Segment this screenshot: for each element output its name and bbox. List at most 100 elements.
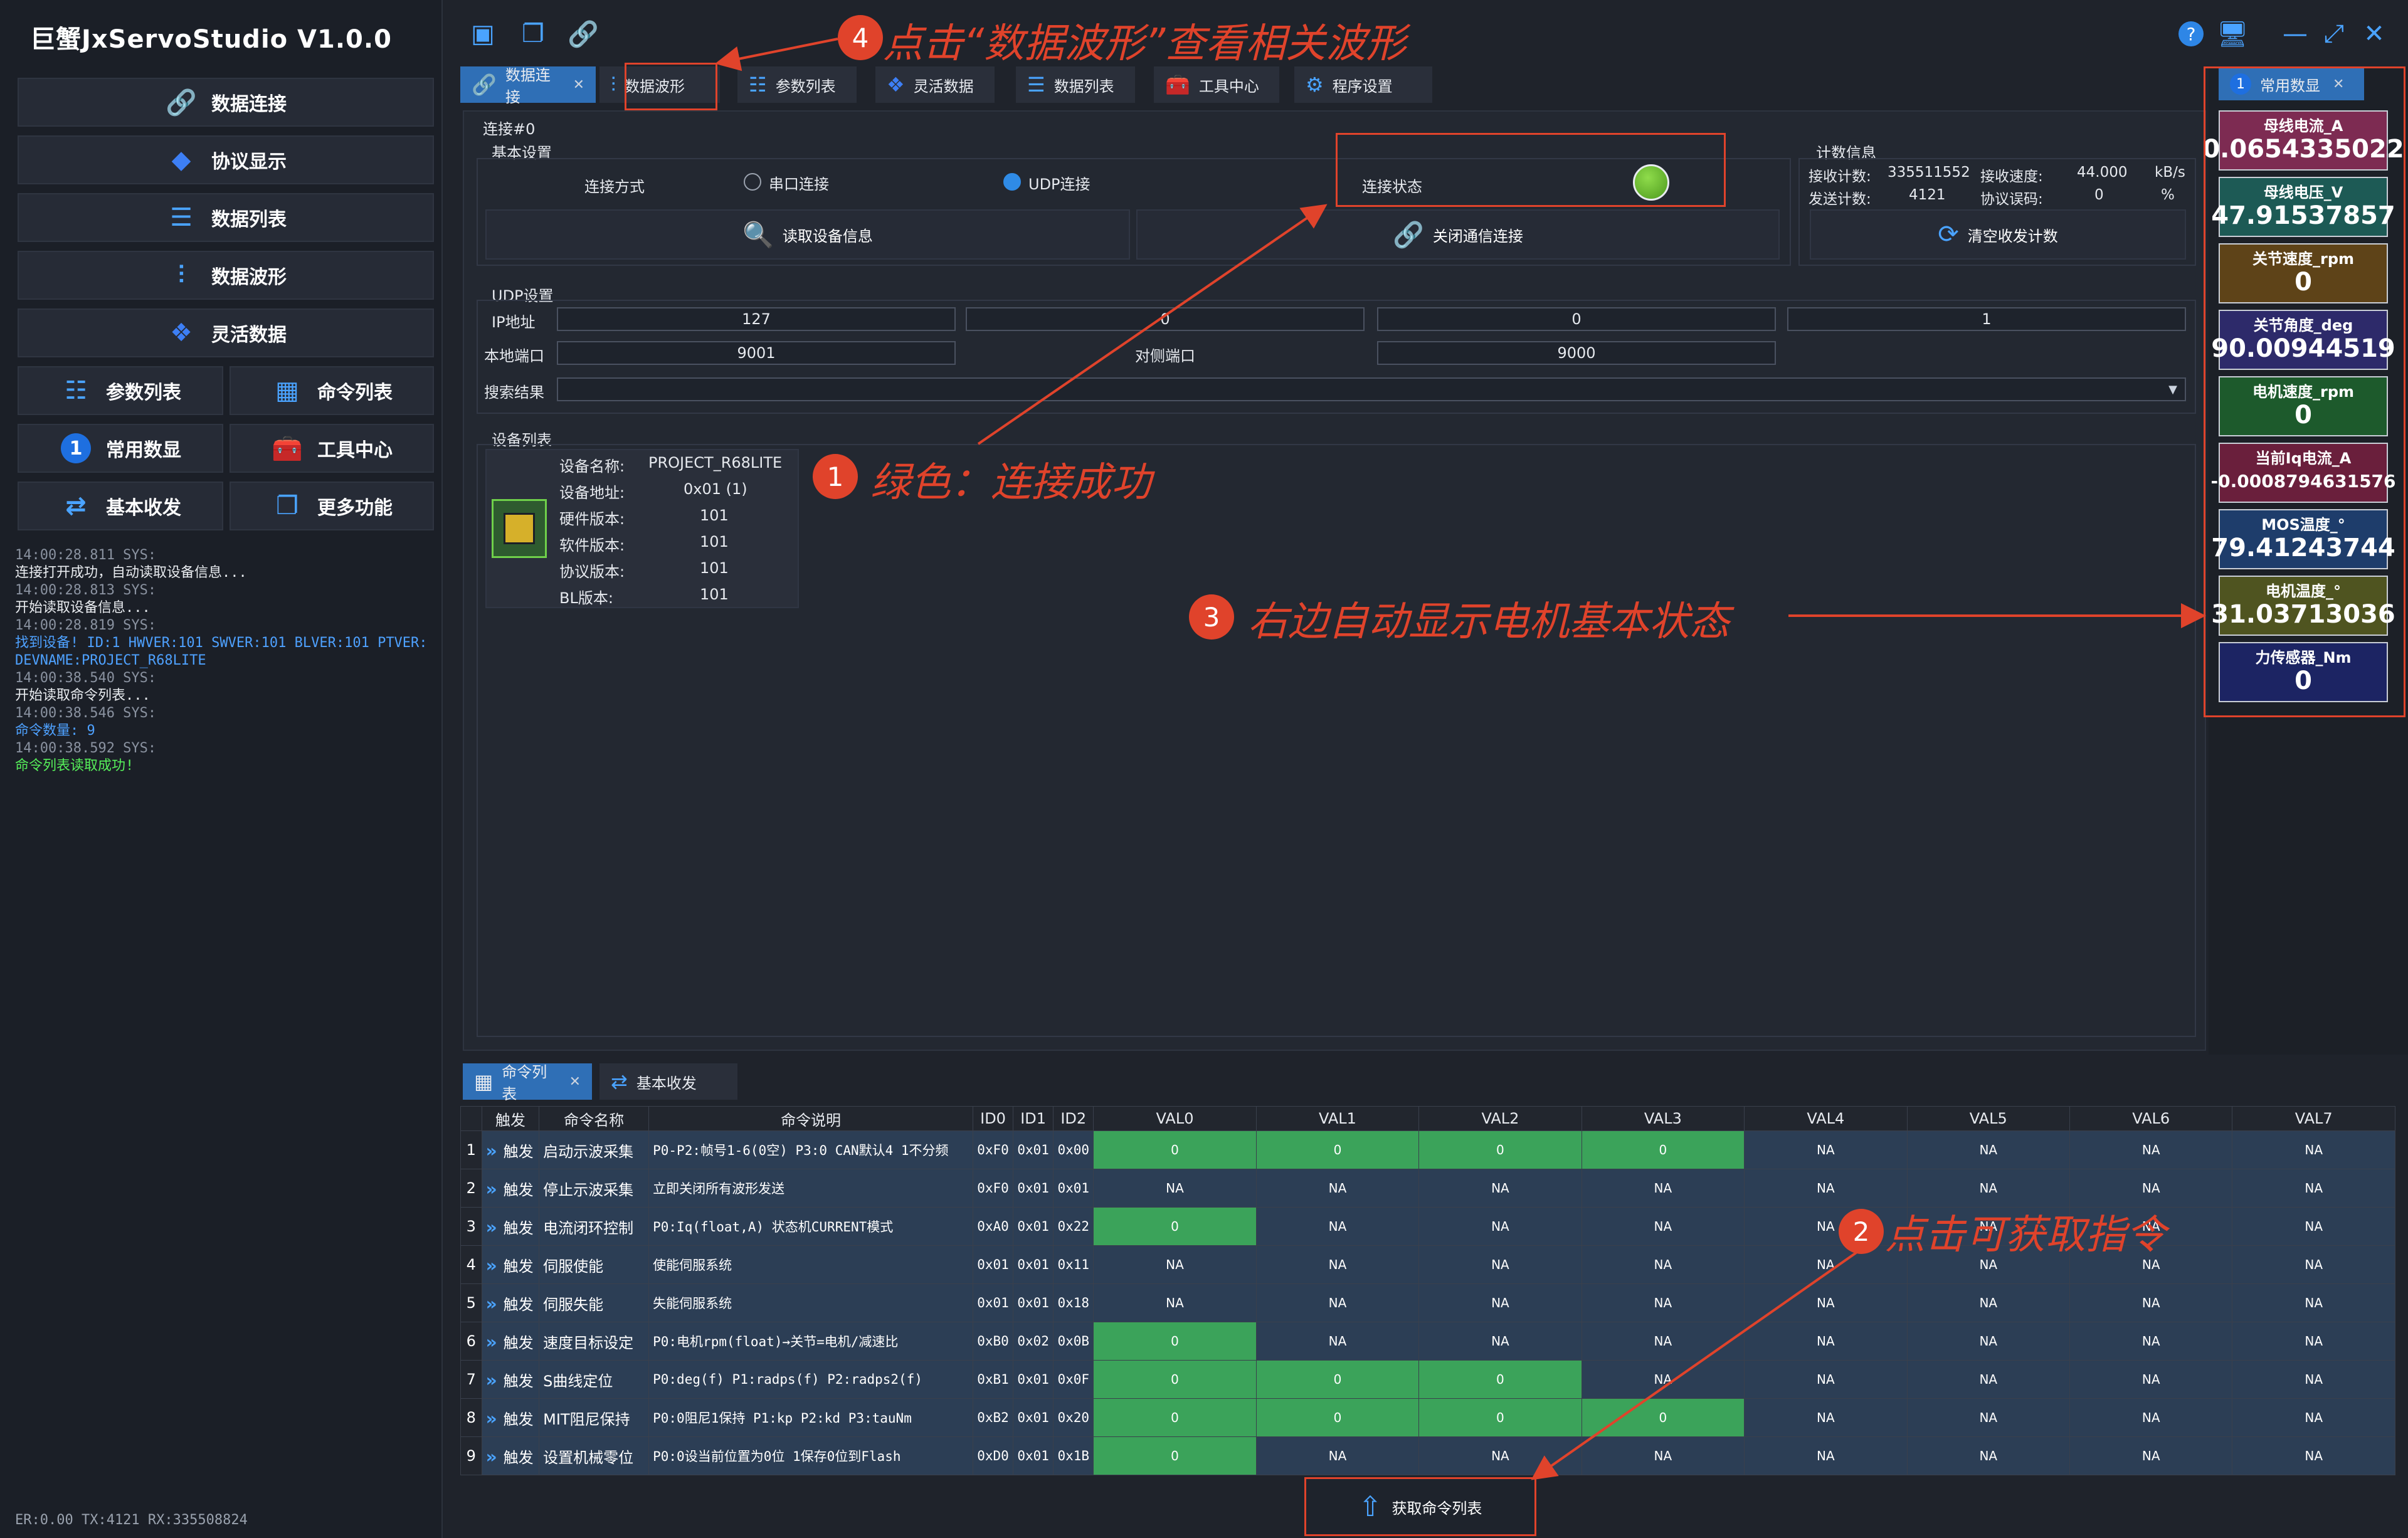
value-cell[interactable]: NA xyxy=(2232,1283,2395,1322)
value-cell[interactable]: NA xyxy=(1255,1283,1420,1322)
udp-radio[interactable] xyxy=(1003,173,1021,191)
ip-field-4[interactable]: 1 xyxy=(1787,307,2186,331)
value-cell[interactable]: 0 xyxy=(1093,1207,1257,1246)
value-cell[interactable]: NA xyxy=(1255,1245,1420,1284)
value-cell[interactable]: NA xyxy=(1418,1322,1582,1361)
value-cell[interactable]: NA xyxy=(1418,1245,1582,1284)
value-cell[interactable]: NA xyxy=(1581,1283,1745,1322)
sidebar-item-basic-txrx[interactable]: ⇄ 基本收发 xyxy=(18,482,223,530)
value-cell[interactable]: NA xyxy=(1418,1436,1582,1475)
sidebar-item-commands[interactable]: ▦ 命令列表 xyxy=(230,366,434,415)
ip-field-1[interactable]: 127 xyxy=(557,307,956,331)
value-cell[interactable]: 0 xyxy=(1255,1360,1420,1399)
trigger-button[interactable]: » 触发 xyxy=(481,1360,540,1399)
value-cell[interactable]: 0 xyxy=(1418,1360,1582,1399)
tab-settings[interactable]: ⚙ 程序设置 xyxy=(1294,66,1432,103)
tab-basic-txrx[interactable]: ⇄ 基本收发 xyxy=(599,1063,737,1100)
trigger-button[interactable]: » 触发 xyxy=(481,1207,540,1246)
value-cell[interactable]: NA xyxy=(1093,1283,1257,1322)
value-cell[interactable]: NA xyxy=(2069,1360,2233,1399)
tab-data-connect[interactable]: 🔗 数据连接 ✕ xyxy=(460,66,596,106)
value-cell[interactable]: NA xyxy=(1581,1436,1745,1475)
sidebar-item-tool-center[interactable]: 🧰 工具中心 xyxy=(230,424,434,473)
value-cell[interactable]: NA xyxy=(2069,1169,2233,1208)
value-cell[interactable]: NA xyxy=(2232,1436,2395,1475)
value-cell[interactable]: NA xyxy=(1744,1436,1908,1475)
value-cell[interactable]: NA xyxy=(1581,1169,1745,1208)
value-cell[interactable]: NA xyxy=(1906,1360,2071,1399)
value-cell[interactable]: 0 xyxy=(1255,1398,1420,1437)
window-icon[interactable]: ❐ xyxy=(517,18,549,50)
value-cell[interactable]: 0 xyxy=(1418,1398,1582,1437)
value-cell[interactable]: NA xyxy=(1581,1360,1745,1399)
value-cell[interactable]: 0 xyxy=(1581,1130,1745,1169)
help-icon[interactable]: ? xyxy=(2175,18,2207,50)
trigger-button[interactable]: » 触发 xyxy=(481,1169,540,1208)
value-cell[interactable]: 0 xyxy=(1255,1130,1420,1169)
sidebar-item-data-connect[interactable]: 🔗 数据连接 xyxy=(18,78,434,127)
value-cell[interactable]: NA xyxy=(1255,1322,1420,1361)
value-cell[interactable]: NA xyxy=(2069,1283,2233,1322)
value-cell[interactable]: NA xyxy=(1744,1322,1908,1361)
value-cell[interactable]: 0 xyxy=(1093,1436,1257,1475)
save-icon[interactable]: ▣ xyxy=(467,18,499,50)
value-cell[interactable]: 0 xyxy=(1093,1130,1257,1169)
tab-params[interactable]: ☷ 参数列表 xyxy=(737,66,857,103)
local-port-field[interactable]: 9001 xyxy=(557,341,956,365)
sidebar-item-protocol[interactable]: ◆ 协议显示 xyxy=(18,135,434,184)
value-cell[interactable]: NA xyxy=(2232,1360,2395,1399)
get-command-list-button[interactable]: ⇧ 获取命令列表 xyxy=(1304,1477,1536,1536)
value-cell[interactable]: 0 xyxy=(1093,1398,1257,1437)
value-cell[interactable]: NA xyxy=(1255,1207,1420,1246)
value-cell[interactable]: NA xyxy=(2069,1322,2233,1361)
maximize-icon[interactable]: ⤢ xyxy=(2318,18,2350,50)
value-cell[interactable]: NA xyxy=(1906,1283,2071,1322)
trigger-button[interactable]: » 触发 xyxy=(481,1245,540,1284)
close-connection-button[interactable]: 🔗 关闭通信连接 xyxy=(1136,209,1780,260)
value-cell[interactable]: NA xyxy=(1744,1245,1908,1284)
value-cell[interactable]: NA xyxy=(1906,1398,2071,1437)
monitor-icon[interactable]: 🖥 xyxy=(2216,18,2249,50)
value-cell[interactable]: NA xyxy=(2069,1398,2233,1437)
value-cell[interactable]: NA xyxy=(1093,1169,1257,1208)
sidebar-item-data-list[interactable]: ☰ 数据列表 xyxy=(18,193,434,242)
trigger-button[interactable]: » 触发 xyxy=(481,1436,540,1475)
read-device-button[interactable]: 🔍 读取设备信息 xyxy=(485,209,1130,260)
sidebar-item-waveform[interactable]: ⫶ 数据波形 xyxy=(18,251,434,300)
ip-field-3[interactable]: 0 xyxy=(1377,307,1776,331)
value-cell[interactable]: NA xyxy=(2232,1207,2395,1246)
search-result-dropdown[interactable]: ▼ xyxy=(557,377,2186,401)
value-cell[interactable]: NA xyxy=(1744,1169,1908,1208)
close-icon[interactable]: ✕ xyxy=(569,1074,581,1090)
value-cell[interactable]: 0 xyxy=(1093,1360,1257,1399)
ip-field-2[interactable]: 0 xyxy=(966,307,1365,331)
value-cell[interactable]: NA xyxy=(2069,1130,2233,1169)
minimize-icon[interactable]: — xyxy=(2279,18,2311,50)
sidebar-item-params[interactable]: ☷ 参数列表 xyxy=(18,366,223,415)
value-cell[interactable]: NA xyxy=(1906,1436,2071,1475)
value-cell[interactable]: NA xyxy=(1255,1169,1420,1208)
clear-count-button[interactable]: ⟳ 清空收发计数 xyxy=(1810,209,2186,260)
close-icon[interactable]: ✕ xyxy=(573,77,584,93)
value-cell[interactable]: NA xyxy=(1744,1130,1908,1169)
sidebar-item-common-display[interactable]: 1 常用数显 xyxy=(18,424,223,473)
value-cell[interactable]: NA xyxy=(2232,1322,2395,1361)
value-cell[interactable]: NA xyxy=(1906,1169,2071,1208)
value-cell[interactable]: NA xyxy=(2232,1130,2395,1169)
tab-command-list[interactable]: ▦ 命令列表 ✕ xyxy=(463,1063,592,1103)
value-cell[interactable]: NA xyxy=(1581,1322,1745,1361)
value-cell[interactable]: NA xyxy=(1744,1398,1908,1437)
value-cell[interactable]: NA xyxy=(2232,1398,2395,1437)
sidebar-item-more[interactable]: ❐ 更多功能 xyxy=(230,482,434,530)
trigger-button[interactable]: » 触发 xyxy=(481,1322,540,1361)
trigger-button[interactable]: » 触发 xyxy=(481,1283,540,1322)
close-icon[interactable]: ✕ xyxy=(2358,18,2390,50)
value-cell[interactable]: NA xyxy=(1255,1436,1420,1475)
value-cell[interactable]: NA xyxy=(1906,1130,2071,1169)
value-cell[interactable]: NA xyxy=(1906,1322,2071,1361)
value-cell[interactable]: 0 xyxy=(1093,1322,1257,1361)
value-cell[interactable]: NA xyxy=(1744,1360,1908,1399)
value-cell[interactable]: NA xyxy=(1581,1207,1745,1246)
value-cell[interactable]: NA xyxy=(1581,1245,1745,1284)
sidebar-item-flex-data[interactable]: ❖ 灵活数据 xyxy=(18,308,434,357)
